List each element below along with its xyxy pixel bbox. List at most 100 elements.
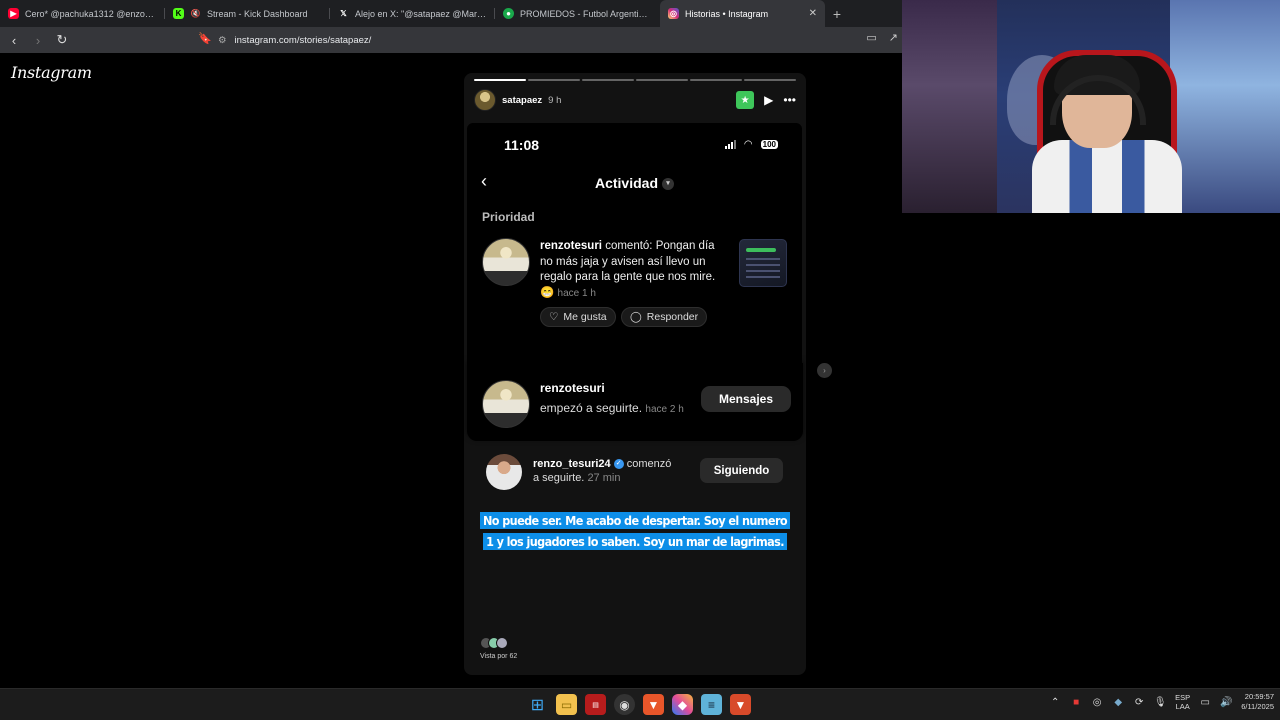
- obs-icon[interactable]: ◉: [614, 694, 635, 715]
- app-tray-icon[interactable]: ■: [1070, 696, 1082, 708]
- language-indicator[interactable]: ESP LAA: [1175, 693, 1190, 711]
- signal-icon: [724, 140, 736, 149]
- address-actions: ▭ ↗: [866, 31, 898, 44]
- volume-icon[interactable]: 🔊: [1220, 696, 1232, 708]
- kick-icon: K: [173, 8, 184, 19]
- brave-beta-icon[interactable]: ▼: [730, 694, 751, 715]
- microphone-icon[interactable]: 🎙: [1154, 696, 1167, 708]
- tab-promiedos[interactable]: ● PROMIEDOS - Futbol Argentino - Fix: [495, 0, 660, 27]
- address-toolbar: ‹ › ↻ 🔖 ⚙ instagram.com/stories/satapaez…: [0, 27, 902, 53]
- brave-icon[interactable]: ▼: [643, 694, 664, 715]
- avatar[interactable]: [474, 89, 496, 111]
- viewer-avatars[interactable]: [480, 637, 508, 649]
- clock[interactable]: 20:59:57 6/11/2025: [1241, 692, 1274, 712]
- play-icon[interactable]: ▶: [764, 93, 773, 107]
- emoji: 😁: [540, 286, 555, 299]
- mute-icon[interactable]: 🔇: [190, 8, 201, 19]
- promiedos-icon: ●: [503, 8, 514, 19]
- follow-notification-card: renzotesuri empezó a seguirte. hace 2 h …: [467, 363, 803, 441]
- url-text: instagram.com/stories/satapaez/: [234, 34, 372, 46]
- follower-name: renzo_tesuri24: [533, 458, 611, 470]
- sync-icon[interactable]: ⟳: [1133, 696, 1145, 708]
- taskbar: ⊞ ▭ ▤ ◉ ▼ ◆ ≡ ▼ ⌃ ■ ◎ ◆ ⟳ 🎙 ESP LAA ▭ 🔊 …: [0, 688, 1280, 720]
- status-icons: ◠ 100: [724, 139, 778, 150]
- cast-icon[interactable]: ▭: [866, 31, 876, 44]
- viewed-by-label[interactable]: Vista por 62: [480, 653, 517, 660]
- section-label: Prioridad: [482, 210, 535, 224]
- chevron-up-icon[interactable]: ⌃: [1049, 696, 1061, 708]
- clock-date: 6/11/2025: [1241, 702, 1274, 711]
- messages-button: Mensajes: [701, 386, 791, 412]
- follow-time: hace 2 h: [645, 404, 684, 415]
- instagram-logo[interactable]: Instagram: [11, 63, 92, 82]
- follow-action-a: comenzó: [626, 458, 672, 470]
- instagram-icon: ◎: [668, 8, 679, 19]
- story-time: 9 h: [548, 94, 562, 106]
- progress-segment: [474, 79, 526, 81]
- tab-title: Historias • Instagram: [685, 8, 769, 19]
- site-info-icon[interactable]: ⚙: [218, 35, 227, 46]
- activity-title: Actividad ▾: [467, 175, 802, 191]
- chevron-down-icon: ▾: [662, 178, 674, 191]
- taskbar-apps: ⊞ ▭ ▤ ◉ ▼ ◆ ≡ ▼: [527, 694, 751, 715]
- post-thumbnail: [739, 239, 787, 287]
- follow-action-b: a seguirte.: [533, 472, 585, 484]
- more-options-icon[interactable]: •••: [783, 93, 796, 107]
- follower-name: renzotesuri: [540, 381, 605, 395]
- following-button: Siguiendo: [700, 458, 783, 483]
- notification-time: hace 1 h: [557, 287, 596, 299]
- system-tray: ⌃ ■ ◎ ◆ ⟳ 🎙 ESP LAA ▭ 🔊 20:59:57 6/11/20…: [1049, 692, 1274, 712]
- tab-x[interactable]: 𝕏 Alejo en X: "@satapaez @Martinpdi: [330, 0, 495, 27]
- follow-action: empezó a seguirte.: [540, 401, 643, 415]
- forward-icon[interactable]: ›: [28, 30, 48, 50]
- windows-start-icon[interactable]: ⊞: [527, 694, 548, 715]
- tab-kick[interactable]: K 🔇 Stream - Kick Dashboard: [165, 0, 330, 27]
- avatar: [486, 454, 522, 490]
- clock-time: 20:59:57: [1244, 692, 1274, 701]
- progress-segment: [582, 79, 634, 81]
- next-story-icon[interactable]: ›: [817, 363, 832, 378]
- notepad-icon[interactable]: ≡: [701, 694, 722, 715]
- webcam-overlay: [902, 0, 1280, 213]
- back-icon[interactable]: ‹: [4, 30, 24, 50]
- network-icon[interactable]: ▭: [1199, 696, 1211, 708]
- follower-text: empezó a seguirte. hace 2 h: [540, 401, 684, 415]
- battery-icon: 100: [760, 140, 778, 149]
- tab-youtube[interactable]: ▶ Cero* @pachuka1312 @enzocerobu: [0, 0, 165, 27]
- heart-icon: ♡: [549, 311, 559, 323]
- x-icon: 𝕏: [340, 9, 347, 18]
- bookmark-icon[interactable]: 🔖: [198, 32, 212, 45]
- follow-notification-card-2: renzo_tesuri24 ✓ comenzó a seguirte. 27 …: [474, 446, 796, 506]
- close-tab-icon[interactable]: ✕: [809, 8, 817, 19]
- activity-title-text: Actividad: [594, 175, 658, 191]
- notification-user: renzotesuri: [540, 240, 602, 252]
- avatar: [482, 380, 530, 428]
- tray-app-icon[interactable]: ◎: [1091, 696, 1103, 708]
- share-icon[interactable]: ↗: [889, 31, 898, 44]
- new-tab-button[interactable]: +: [825, 6, 849, 22]
- url-field[interactable]: ⚙ instagram.com/stories/satapaez/: [218, 31, 888, 49]
- progress-segment: [690, 79, 742, 81]
- story-username[interactable]: satapaez: [502, 95, 542, 106]
- copilot-icon[interactable]: ◆: [672, 694, 693, 715]
- progress-segment: [636, 79, 688, 81]
- language-bottom: LAA: [1175, 702, 1190, 711]
- comment-notification: renzotesuri comentó: Pongan día no más j…: [540, 239, 730, 301]
- tab-title: Alejo en X: "@satapaez @Martinpdi: [355, 8, 487, 19]
- like-pill: ♡ Me gusta: [540, 307, 616, 327]
- progress-segment: [744, 79, 796, 81]
- reload-icon[interactable]: ↻: [52, 30, 72, 50]
- security-icon[interactable]: ◆: [1112, 696, 1124, 708]
- file-explorer-icon[interactable]: ▭: [556, 694, 577, 715]
- streaming-app-icon[interactable]: ▤: [585, 694, 606, 715]
- like-label: Me gusta: [563, 311, 607, 323]
- tab-title: PROMIEDOS - Futbol Argentino - Fix: [520, 8, 652, 19]
- tab-instagram[interactable]: ◎ Historias • Instagram ✕: [660, 0, 825, 27]
- status-time: 11:08: [504, 137, 540, 153]
- story-header: satapaez 9 h ★ ▶ •••: [474, 89, 796, 111]
- youtube-icon: ▶: [8, 8, 19, 19]
- tab-title: Cero* @pachuka1312 @enzocerobu: [25, 8, 157, 19]
- follower-text: renzo_tesuri24 ✓ comenzó a seguirte. 27 …: [533, 457, 693, 485]
- story-viewer[interactable]: satapaez 9 h ★ ▶ ••• 11:08 ◠ 100 ‹ Activ…: [464, 73, 806, 675]
- tab-strip: ▶ Cero* @pachuka1312 @enzocerobu K 🔇 Str…: [0, 0, 902, 27]
